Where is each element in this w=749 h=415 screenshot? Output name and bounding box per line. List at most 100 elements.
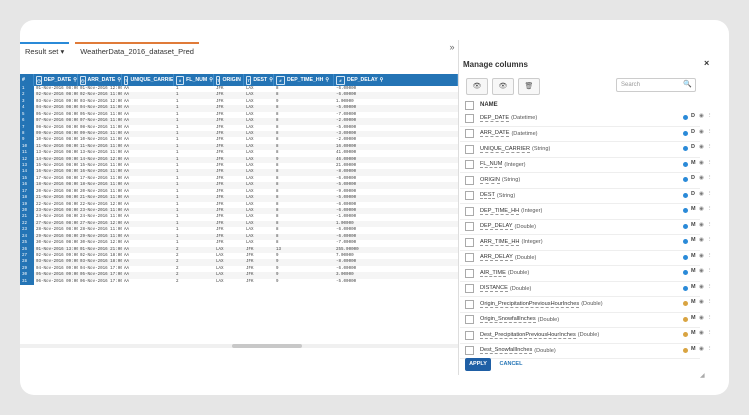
kebab-menu-icon[interactable]: ⋮	[707, 144, 713, 150]
eye-icon[interactable]: ◉	[699, 160, 704, 166]
column-checkbox[interactable]	[465, 299, 474, 309]
filter-search-icon[interactable]: ⚲	[117, 74, 121, 86]
column-header[interactable]: # FL_NUM ⚲	[174, 74, 214, 86]
column-list-item[interactable]: DISTANCE (Double) M ◉ ⋮	[460, 282, 713, 297]
filter-search-icon[interactable]: ⚲	[73, 74, 77, 86]
chevron-down-icon[interactable]: ▾	[60, 47, 64, 56]
close-icon[interactable]: ×	[704, 58, 709, 68]
column-role[interactable]: M	[691, 315, 696, 321]
filter-search-icon[interactable]: ⚲	[209, 74, 213, 86]
column-list-item[interactable]: Origin_SnowfallInches (Double) M ◉ ⋮	[460, 313, 713, 328]
eye-icon[interactable]: ◉	[699, 129, 704, 135]
kebab-menu-icon[interactable]: ⋮	[707, 284, 713, 290]
column-header[interactable]: # DEP_DELAY ⚲	[334, 74, 458, 86]
column-role[interactable]: D	[691, 129, 695, 135]
kebab-menu-icon[interactable]: ⋮	[707, 237, 713, 243]
tab-result-set[interactable]: Result set ▾	[20, 42, 70, 60]
column-checkbox[interactable]	[465, 160, 474, 170]
eye-icon[interactable]: ◉	[699, 113, 704, 119]
eye-icon[interactable]: ◉	[699, 253, 704, 259]
column-header[interactable]: #	[20, 74, 34, 86]
column-role[interactable]: M	[691, 206, 696, 212]
column-list-item[interactable]: Origin_PrecipitationPreviousHourInches (D…	[460, 297, 713, 313]
column-list-item[interactable]: AIR_TIME (Double) M ◉ ⋮	[460, 266, 713, 282]
column-list-item[interactable]: FL_NUM (Integer) M ◉ ⋮	[460, 158, 713, 173]
column-checkbox[interactable]	[465, 222, 474, 232]
kebab-menu-icon[interactable]: ⋮	[707, 206, 713, 212]
kebab-menu-icon[interactable]: ⋮	[707, 299, 713, 305]
kebab-menu-icon[interactable]: ⋮	[707, 346, 713, 352]
table-row[interactable]: 3106-Nov-2016 09:00:0006-Nov-2016 17:00:…	[20, 278, 458, 286]
column-role[interactable]: D	[691, 191, 695, 197]
column-role[interactable]: D	[691, 144, 695, 150]
eye-icon[interactable]: ◉	[699, 346, 704, 352]
kebab-menu-icon[interactable]: ⋮	[707, 113, 713, 119]
column-checkbox[interactable]	[465, 237, 474, 247]
eye-icon[interactable]: ◉	[699, 175, 704, 181]
filter-search-icon[interactable]: ⚲	[380, 74, 384, 86]
resize-handle-icon[interactable]: ◢	[700, 372, 705, 379]
column-list-item[interactable]: ARR_DATE (Datetime) D ◉ ⋮	[460, 127, 713, 142]
horizontal-scrollbar[interactable]	[20, 344, 458, 348]
delete-button[interactable]: 🗑	[518, 78, 540, 95]
column-checkbox[interactable]	[465, 191, 474, 201]
column-checkbox[interactable]	[465, 144, 474, 154]
column-header[interactable]: # DEP_TIME_HH ⚲	[274, 74, 334, 86]
eye-icon[interactable]: ◉	[699, 284, 704, 290]
column-header[interactable]: ◷ DEP_DATE ⚲	[34, 74, 78, 86]
eye-icon[interactable]: ◉	[699, 206, 704, 212]
column-list-item[interactable]: ARR_TIME_HH (Integer) M ◉ ⋮	[460, 235, 713, 251]
column-checkbox[interactable]	[465, 175, 474, 185]
column-role[interactable]: M	[691, 299, 696, 305]
column-role[interactable]: M	[691, 284, 696, 290]
collapse-panel-button[interactable]: »	[446, 42, 458, 52]
column-header[interactable]: TUNIQUE_CARRIER⚲	[122, 74, 174, 86]
column-checkbox[interactable]	[465, 113, 474, 123]
eye-icon[interactable]: ◉	[699, 191, 704, 197]
kebab-menu-icon[interactable]: ⋮	[707, 191, 713, 197]
column-list-item[interactable]: DEST (String) D ◉ ⋮	[460, 189, 713, 204]
column-list-item[interactable]: DEP_TIME_HH (Integer) M ◉ ⋮	[460, 204, 713, 220]
filter-search-icon[interactable]: ⚲	[325, 74, 329, 86]
eye-icon[interactable]: ◉	[699, 299, 704, 305]
filter-search-icon[interactable]: ⚲	[269, 74, 273, 86]
column-role[interactable]: M	[691, 268, 696, 274]
eye-icon[interactable]: ◉	[699, 315, 704, 321]
hide-all-button[interactable]: 👁	[492, 78, 514, 95]
column-role[interactable]: M	[691, 330, 696, 336]
kebab-menu-icon[interactable]: ⋮	[707, 253, 713, 259]
eye-icon[interactable]: ◉	[699, 237, 704, 243]
column-checkbox[interactable]	[465, 129, 474, 139]
column-role[interactable]: D	[691, 113, 695, 119]
column-checkbox[interactable]	[465, 330, 474, 340]
kebab-menu-icon[interactable]: ⋮	[707, 268, 713, 274]
column-role[interactable]: M	[691, 253, 696, 259]
kebab-menu-icon[interactable]: ⋮	[707, 330, 713, 336]
column-list-item[interactable]: ARR_DELAY (Double) M ◉ ⋮	[460, 251, 713, 266]
column-list-item[interactable]: DEP_DELAY (Double) M ◉ ⋮	[460, 220, 713, 235]
cancel-button[interactable]: CANCEL	[498, 358, 524, 371]
kebab-menu-icon[interactable]: ⋮	[707, 222, 713, 228]
column-checkbox[interactable]	[465, 268, 474, 278]
column-header[interactable]: ◷ ARR_DATE ⚲	[78, 74, 122, 86]
column-checkbox[interactable]	[465, 206, 474, 216]
column-checkbox[interactable]	[465, 346, 474, 356]
column-role[interactable]: M	[691, 222, 696, 228]
kebab-menu-icon[interactable]: ⋮	[707, 315, 713, 321]
select-all-checkbox[interactable]	[465, 100, 474, 110]
column-checkbox[interactable]	[465, 253, 474, 263]
eye-icon[interactable]: ◉	[699, 144, 704, 150]
column-role[interactable]: M	[691, 160, 696, 166]
eye-icon[interactable]: ◉	[699, 222, 704, 228]
tab-dataset[interactable]: WeatherData_2016_dataset_Pred	[75, 42, 199, 60]
column-checkbox[interactable]	[465, 315, 474, 325]
column-list-item[interactable]: ORIGIN (String) D ◉ ⋮	[460, 173, 713, 189]
apply-button[interactable]: APPLY	[465, 358, 491, 371]
show-all-button[interactable]: 👁	[466, 78, 488, 95]
column-list-item[interactable]: UNIQUE_CARRIER (String) D ◉ ⋮	[460, 142, 713, 158]
column-header[interactable]: T DEST ⚲	[244, 74, 274, 86]
kebab-menu-icon[interactable]: ⋮	[707, 160, 713, 166]
column-list-item[interactable]: Dest_PrecipitationPreviousHourInches (Dou…	[460, 328, 713, 344]
column-list-item[interactable]: Dest_SnowfallInches (Double) M ◉ ⋮	[460, 344, 713, 359]
eye-icon[interactable]: ◉	[699, 330, 704, 336]
